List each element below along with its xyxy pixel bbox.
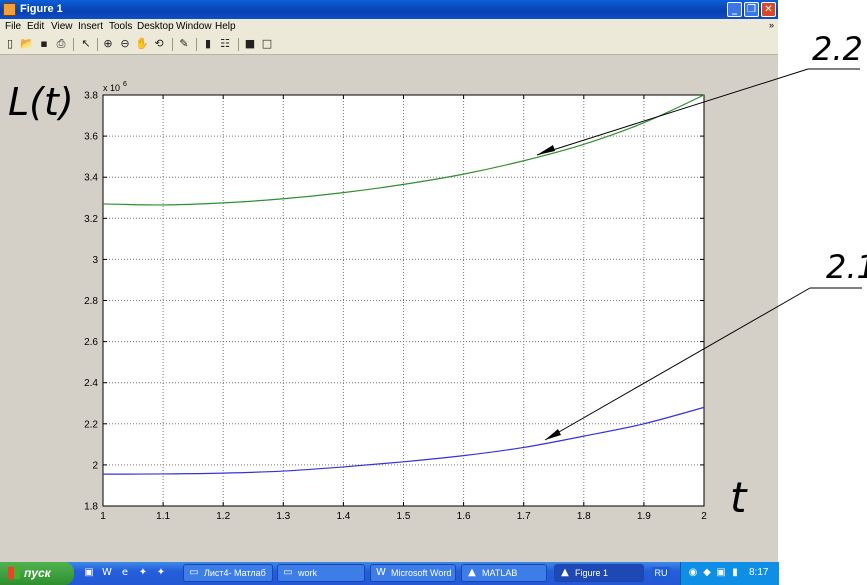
x-tick-label: 1.6 <box>457 511 471 522</box>
y-scale-label: x 10 <box>103 83 120 93</box>
y-tick-label: 3 <box>92 255 98 266</box>
task-matlab[interactable]: ▲ MATLAB <box>461 564 547 582</box>
y-tick-label: 3.8 <box>84 91 98 102</box>
tray-monitor-icon[interactable]: ▣ <box>715 567 727 579</box>
system-tray: ◉ ◆ ▣ ▮ 8:17 <box>680 562 779 585</box>
start-label: пуск <box>24 566 51 580</box>
start-button[interactable]: пуск <box>0 562 74 585</box>
tray-app-icon[interactable]: ▮ <box>729 567 741 579</box>
y-tick-label: 2 <box>92 460 98 471</box>
y-scale-exponent: 6 <box>123 81 127 88</box>
task-label: Figure 1 <box>575 568 609 578</box>
y-tick-label: 3.6 <box>84 132 98 143</box>
y-tick-label: 3.4 <box>84 173 98 184</box>
line-chart[interactable]: 1 1.1 1.2 1.3 1.4 1.5 1.6 1.7 1.8 1.9 2 1.8 2 2.2 2.4 2… <box>0 0 867 585</box>
folder-icon: ▭ <box>189 567 199 578</box>
task-label: Microsoft Word <box>391 568 452 578</box>
y-tick-label: 2.2 <box>84 419 98 430</box>
x-tick-label: 1.9 <box>637 511 651 522</box>
word-doc-icon: W <box>376 567 386 578</box>
folder-icon: ▭ <box>283 567 293 578</box>
desktop-icon[interactable]: ▣ <box>82 566 96 580</box>
y-tick-label: 3.2 <box>84 214 98 225</box>
matlab-icon: ▲ <box>561 567 569 578</box>
x-tick-label: 1 <box>100 511 106 522</box>
language-indicator[interactable]: RU <box>652 567 670 580</box>
windows-taskbar: пуск ▣ W e ✦ ✦ ▭ Лист4- Матлаб ▭ work W … <box>0 562 779 585</box>
task-word[interactable]: W Microsoft Word <box>370 564 456 582</box>
app-icon-1[interactable]: ✦ <box>136 566 150 580</box>
x-tick-label: 1.2 <box>216 511 230 522</box>
task-label: work <box>298 568 318 578</box>
y-tick-label: 2.6 <box>84 337 98 348</box>
tray-security-icon[interactable]: ◆ <box>701 567 713 579</box>
x-tick-label: 1.8 <box>577 511 591 522</box>
tray-network-icon[interactable]: ◉ <box>687 567 699 579</box>
windows-logo-icon <box>8 567 20 579</box>
task-folder-work[interactable]: ▭ work <box>277 564 365 582</box>
task-label: MATLAB <box>482 568 518 578</box>
task-label: Лист4- Матлаб <box>204 568 266 578</box>
matlab-icon: ▲ <box>468 567 476 578</box>
y-tick-label: 1.8 <box>84 502 98 513</box>
task-folder-matlab[interactable]: ▭ Лист4- Матлаб <box>183 564 273 582</box>
y-tick-label: 2.8 <box>84 296 98 307</box>
x-tick-label: 2 <box>701 511 707 522</box>
y-tick-label: 2.4 <box>84 378 98 389</box>
clock: 8:17 <box>749 567 769 578</box>
word-icon[interactable]: W <box>100 566 114 580</box>
x-tick-label: 1.5 <box>397 511 411 522</box>
x-tick-label: 1.4 <box>336 511 350 522</box>
app-icon-2[interactable]: ✦ <box>154 566 168 580</box>
task-figure1[interactable]: ▲ Figure 1 <box>554 564 644 582</box>
x-tick-label: 1.1 <box>156 511 170 522</box>
ie-icon[interactable]: e <box>118 566 132 580</box>
x-tick-label: 1.7 <box>517 511 531 522</box>
x-tick-label: 1.3 <box>276 511 290 522</box>
